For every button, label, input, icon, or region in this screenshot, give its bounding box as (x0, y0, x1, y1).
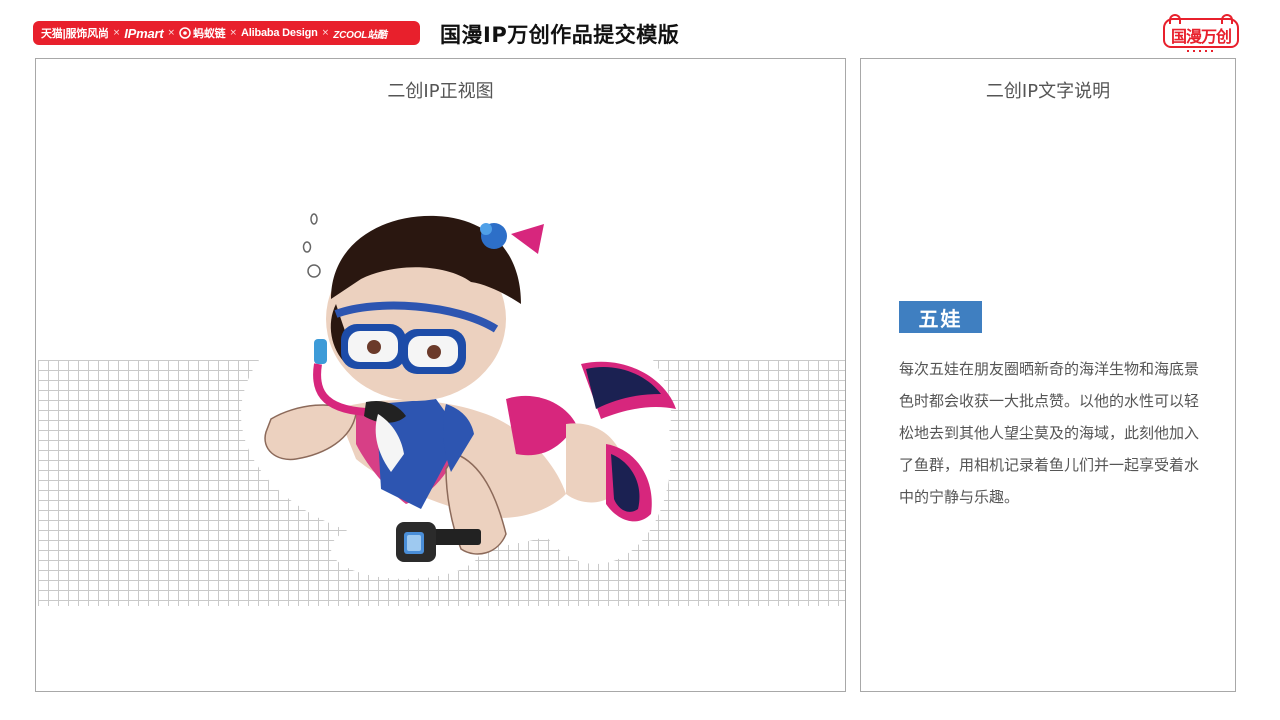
sponsor-ipmart: IPmart (124, 25, 164, 41)
separator: × (112, 28, 121, 38)
description-panel: 二创IP文字说明 五娃 每次五娃在朋友圈晒新奇的海洋生物和海底景色时都会收获一大… (860, 58, 1236, 692)
front-view-panel: 二创IP正视图 (35, 58, 846, 692)
sponsor-bar: 天猫|服饰风尚 × IPmart × 蚂蚁链 × Alibaba Design … (33, 21, 420, 45)
sponsor-zcool: ZCOOL站酷 (333, 29, 387, 41)
antchain-logo-icon (179, 27, 191, 39)
sponsor-antchain-label: 蚂蚁链 (193, 28, 226, 40)
front-view-title: 二创IP正视图 (387, 81, 494, 102)
character-illustration (241, 213, 676, 579)
brand-logo-text: 国漫万创 (1170, 27, 1232, 46)
character-name-badge: 五娃 (899, 301, 982, 333)
sponsor-tmall: 天猫|服饰风尚 (41, 28, 109, 40)
separator: × (229, 28, 237, 38)
bubbles (302, 213, 321, 278)
logo-dots (1187, 50, 1217, 52)
brand-logo: 国漫万创 (1163, 12, 1239, 52)
description-panel-title: 二创IP文字说明 (985, 81, 1111, 102)
sponsor-alibaba-design: Alibaba Design (241, 27, 318, 39)
separator: × (167, 28, 176, 38)
sponsor-antchain: 蚂蚁链 (179, 25, 226, 41)
separator: × (321, 28, 330, 38)
page-title: 国漫IP万创作品提交模版 (440, 23, 680, 47)
character-description: 每次五娃在朋友圈晒新奇的海洋生物和海底景色时都会收获一大批点赞。以他的水性可以轻… (899, 360, 1200, 506)
